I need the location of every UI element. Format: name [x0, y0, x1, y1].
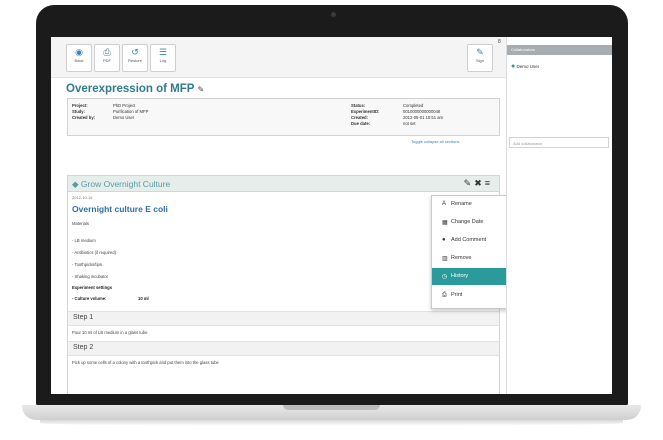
experiment-id-value: 0010000000000048 [403, 109, 441, 114]
menu-item-label: Remove [451, 255, 472, 261]
back-button[interactable]: ◉ Back [66, 44, 92, 72]
project-label: Project: [72, 103, 88, 108]
section-title: ◆ Grow Overnight Culture [72, 179, 170, 190]
collaborator-name: Demo User [516, 64, 540, 69]
project-value: PhD Project [113, 103, 136, 108]
drag-icon[interactable]: ◆ [72, 179, 79, 189]
menu-item-add-comment[interactable]: ● Add Comment [432, 232, 515, 249]
list-item: - Antibiotics (if required) [72, 250, 116, 255]
step-header: Step 1 [68, 311, 499, 326]
print-icon: ⎙ [442, 292, 447, 298]
menu-icon[interactable]: ≡ [485, 178, 493, 188]
pdf-label: PDF [103, 58, 111, 63]
due-date-value[interactable]: not set [403, 121, 416, 126]
section-date: 2012-10-19 [72, 195, 93, 200]
created-value: 2012-05-01 10:51 am [403, 115, 444, 120]
collaborators-header: Collaborators [507, 45, 612, 55]
culture-volume-label: - Culture volume: [72, 296, 107, 301]
menu-item-label: Add Comment [451, 237, 487, 243]
experiment-meta: Project: PhD Project Study: Purification… [67, 98, 500, 136]
step-text: Pour 10 ml of LB medium in a glass tube [72, 330, 148, 335]
log-button[interactable]: ☰ Log [150, 44, 176, 72]
study-value: Purification of MFP [113, 109, 149, 114]
menu-item-change-date[interactable]: ▦ Change Date [432, 214, 515, 231]
back-icon: ◉ [75, 47, 83, 57]
menu-item-remove[interactable]: ▥ Remove [432, 250, 515, 267]
section-dropdown-menu: A Rename ▦ Change Date ● Add Comment ▥ R… [431, 195, 516, 309]
experiment-id-label: ExperimentID: [351, 109, 380, 114]
status-value: Completed [403, 103, 424, 108]
created-by-label: Created by: [72, 115, 96, 120]
menu-item-print[interactable]: ⎙ Print [432, 287, 515, 304]
toggle-sections-link[interactable]: Toggle collapse all sections [411, 139, 459, 144]
laptop-shadow [40, 420, 623, 426]
study-label: Study: [72, 109, 86, 114]
pdf-icon: ⎙ [103, 47, 111, 57]
sign-label: Sign [475, 58, 484, 63]
log-label: Log [159, 58, 167, 63]
laptop-notch [283, 405, 380, 410]
menu-item-label: History [451, 273, 469, 279]
culture-volume-value: 10 ml [138, 296, 149, 301]
user-icon: ● [511, 63, 516, 70]
step-label: Step 1 [73, 314, 94, 321]
menu-item-history[interactable]: ◷ History [432, 268, 515, 285]
created-by-value: Demo User [113, 115, 135, 120]
history-icon: ◷ [442, 274, 448, 280]
collaborators-panel: Collaborators ● Demo User Add collaborat… [506, 37, 612, 394]
edit-icon[interactable]: ✎ [464, 178, 475, 188]
menu-item-label: Print [451, 292, 463, 298]
materials-label: Materials [72, 221, 89, 226]
expand-icon[interactable]: ✖ [474, 178, 485, 188]
section-header[interactable]: ◆ Grow Overnight Culture ✎✖≡ [68, 176, 499, 192]
restore-icon: ↺ [131, 47, 139, 57]
section-tools: ✎✖≡ [464, 178, 493, 189]
edit-title-icon[interactable]: ✎ [197, 85, 204, 94]
restore-label: Restore [127, 58, 142, 63]
app-screen: ◉ Back ⎙ PDF ↺ Restore ☰ Log ✎ Sign 8 Ov… [51, 37, 612, 394]
laptop-bezel: ◉ Back ⎙ PDF ↺ Restore ☰ Log ✎ Sign 8 Ov… [36, 5, 628, 407]
page-title: Overexpression of MFP ✎ [66, 83, 204, 95]
restore-button[interactable]: ↺ Restore [122, 44, 148, 72]
log-icon: ☰ [158, 47, 168, 57]
sign-button[interactable]: ✎ Sign [467, 44, 493, 72]
menu-item-rename[interactable]: A Rename [432, 196, 515, 213]
sign-icon: ✎ [476, 47, 484, 57]
laptop-base [22, 405, 641, 420]
toolbar: ◉ Back ⎙ PDF ↺ Restore ☰ Log ✎ Sign 8 [51, 37, 506, 78]
add-collaborator-input[interactable]: Add collaborator [509, 137, 609, 148]
experiment-title: Overexpression of MFP [66, 83, 195, 95]
step-label: Step 2 [73, 344, 94, 351]
collaborator-item[interactable]: ● Demo User [511, 63, 539, 70]
comment-icon: ● [442, 237, 446, 243]
step-text: Pick up some cells of a colony with a to… [72, 360, 219, 365]
section-title-text: Grow Overnight Culture [80, 179, 171, 189]
menu-item-label: Rename [451, 201, 472, 207]
section-subtitle: Overnight culture E coli [72, 204, 168, 214]
pdf-button[interactable]: ⎙ PDF [94, 44, 120, 72]
notification-badge: 8 [498, 39, 501, 45]
due-date-label: Due date: [351, 121, 371, 126]
settings-label: Experiment settings [72, 285, 113, 290]
list-item: - Toothpicks/tips [72, 262, 102, 267]
menu-item-label: Change Date [451, 219, 484, 225]
camera-icon [331, 12, 336, 17]
trash-icon: ▥ [442, 256, 448, 262]
calendar-icon: ▦ [442, 220, 448, 226]
back-label: Back [74, 58, 84, 63]
rename-icon: A [442, 201, 447, 207]
list-item: - LB medium [72, 238, 96, 243]
step-header: Step 2 [68, 341, 499, 356]
list-item: - Shaking incubator [72, 274, 109, 279]
collaborators-title: Collaborators [511, 47, 535, 52]
status-label: Status: [351, 103, 366, 108]
created-label: Created: [351, 115, 368, 120]
